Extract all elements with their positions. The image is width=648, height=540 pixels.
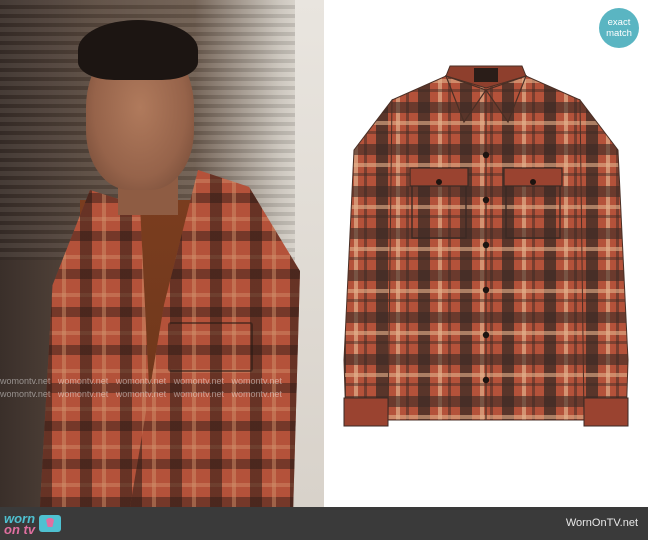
watermark-text: womontv.net: [0, 376, 51, 386]
exact-match-badge: exact match: [599, 8, 639, 48]
right-cuff: [583, 397, 629, 427]
watermark-text: womontv.net: [231, 376, 282, 386]
brand-tag: [474, 68, 498, 82]
watermark-text: womontv.net: [0, 389, 51, 399]
wornontv-logo[interactable]: worn on tv: [4, 510, 62, 537]
badge-line2: match: [606, 28, 632, 39]
shirt-pocket: [168, 322, 253, 372]
product-image: [324, 0, 648, 507]
scene-photo: womontv.net womontv.net womontv.net womo…: [0, 0, 324, 507]
hair: [78, 20, 198, 80]
footer-bar: worn on tv WornOnTV.net: [0, 507, 648, 540]
watermark-text: womontv.net: [57, 376, 109, 386]
site-name[interactable]: WornOnTV.net: [566, 517, 638, 529]
watermark-text: womontv.net: [57, 389, 109, 399]
watermark-text: womontv.net: [115, 389, 167, 399]
watermark-row: womontv.net womontv.net womontv.net womo…: [0, 389, 324, 399]
plaid-shirt-product: [343, 65, 629, 427]
tv-icon: [39, 515, 62, 532]
logo-line2: on tv: [4, 521, 36, 537]
watermark-text: womontv.net: [173, 376, 224, 386]
watermark-text: womontv.net: [231, 389, 282, 399]
left-cuff: [343, 397, 389, 427]
badge-line1: exact: [607, 17, 631, 28]
wall: [295, 0, 324, 507]
logo-text: worn on tv: [4, 512, 36, 537]
watermark-text: womontv.net: [115, 376, 167, 386]
watermark-text: womontv.net: [173, 389, 224, 399]
watermark-row: womontv.net womontv.net womontv.net womo…: [0, 376, 324, 386]
